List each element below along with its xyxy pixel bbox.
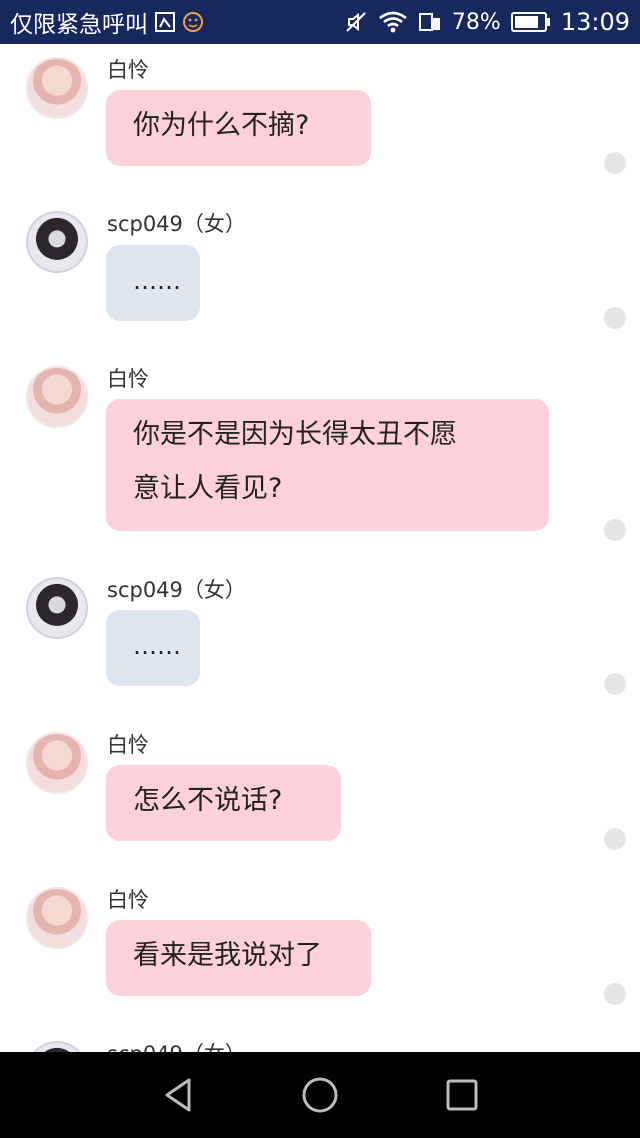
message-bubble[interactable]: …… [106, 245, 200, 321]
sender-name: scp049（女） [107, 1038, 246, 1052]
navigation-bar [0, 1052, 640, 1138]
status-clock: 13:09 [560, 8, 630, 36]
chat-list[interactable]: 白怜 你为什么不摘? scp049（女） …… 白怜 你是不是因为长得太丑不愿 … [0, 44, 640, 1052]
sender-name: 白怜 [107, 888, 149, 912]
status-bar-left: 仅限紧急呼叫 [10, 5, 204, 39]
read-indicator [604, 519, 626, 541]
sim-icon [154, 11, 176, 33]
home-icon [302, 1077, 338, 1113]
message-bubble[interactable]: 怎么不说话? [106, 765, 341, 841]
message-bubble[interactable]: …… [106, 610, 200, 686]
battery-percent: 78% [451, 9, 501, 35]
read-indicator [604, 152, 626, 174]
recents-icon [446, 1079, 478, 1111]
battery-icon [510, 11, 551, 33]
read-indicator [604, 673, 626, 695]
sender-name: 白怜 [107, 733, 149, 757]
read-indicator [604, 307, 626, 329]
avatar[interactable] [26, 887, 88, 949]
sender-name: scp049（女） [107, 578, 246, 602]
avatar[interactable] [26, 732, 88, 794]
message-bubble[interactable]: 看来是我说对了 [106, 920, 371, 996]
wifi-icon [378, 10, 408, 34]
message-bubble[interactable]: 你是不是因为长得太丑不愿 意让人看见? [106, 399, 549, 531]
status-bar-right: 78% 13:09 [344, 8, 630, 36]
notification-text: 仅限紧急呼叫 [10, 12, 148, 38]
avatar[interactable] [26, 211, 88, 273]
read-indicator [604, 983, 626, 1005]
message-bubble[interactable]: 你为什么不摘? [106, 90, 371, 166]
home-button[interactable] [298, 1073, 342, 1117]
mute-icon [344, 10, 368, 34]
message-text-line: 你是不是因为长得太丑不愿 [133, 419, 457, 450]
avatar[interactable] [26, 366, 88, 428]
message-text-line: 意让人看见? [133, 473, 283, 504]
avatar[interactable] [26, 57, 88, 119]
status-bar: 仅限紧急呼叫 78% 13:09 [0, 0, 640, 44]
recents-button[interactable] [440, 1073, 484, 1117]
emoji-icon [182, 11, 204, 33]
sender-name: 白怜 [107, 367, 149, 391]
sender-name: scp049（女） [107, 212, 246, 236]
read-indicator [604, 828, 626, 850]
sender-name: 白怜 [107, 58, 149, 82]
data-icon [418, 10, 442, 34]
avatar[interactable] [26, 577, 88, 639]
back-icon [165, 1078, 191, 1112]
avatar[interactable] [26, 1041, 88, 1052]
back-button[interactable] [156, 1073, 200, 1117]
